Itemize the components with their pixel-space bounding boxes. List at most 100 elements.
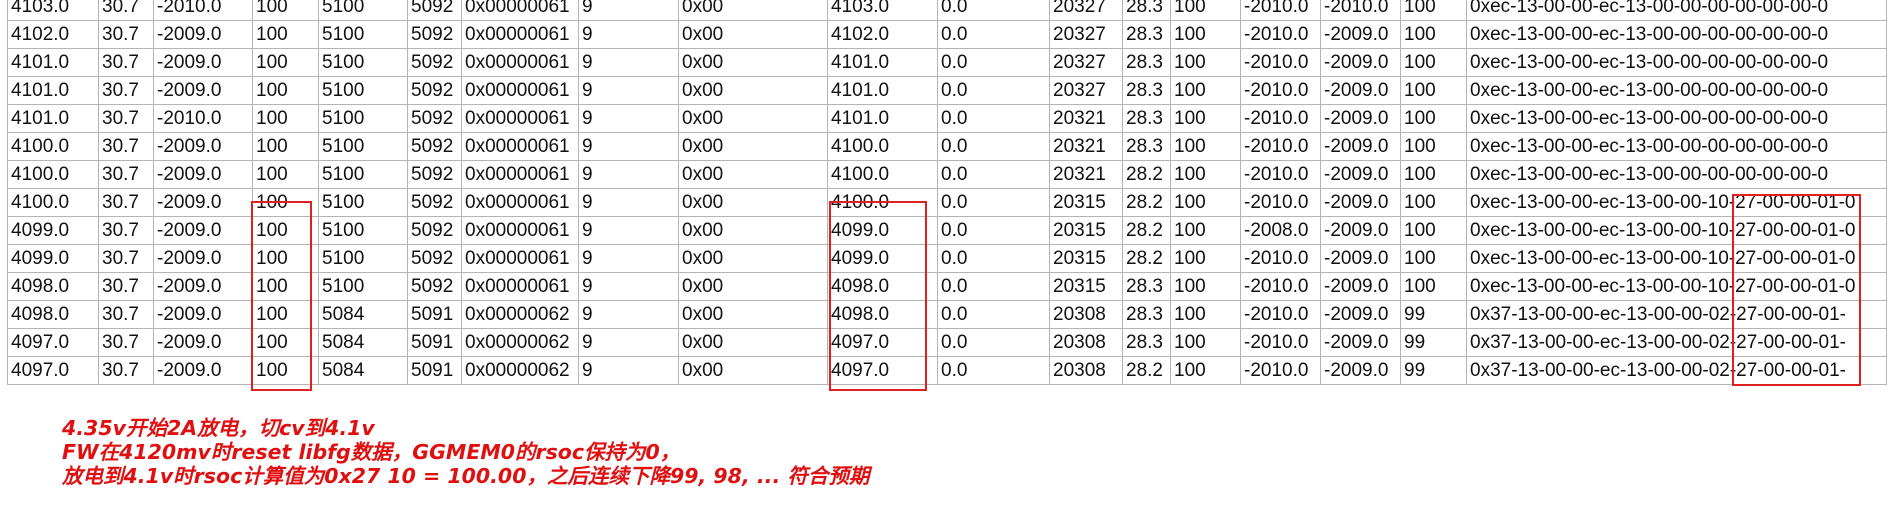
- table-cell[interactable]: 100: [252, 300, 319, 329]
- table-cell[interactable]: -2010.0: [1240, 328, 1321, 357]
- table-cell[interactable]: 0x00000061: [461, 20, 579, 49]
- table-cell[interactable]: 0.0: [937, 328, 1050, 357]
- table-cell[interactable]: 0x00000061: [461, 272, 579, 301]
- table-cell[interactable]: -2008.0: [1240, 216, 1321, 245]
- table-cell[interactable]: -2010.0: [1240, 0, 1321, 21]
- table-cell[interactable]: 4099.0: [827, 216, 938, 245]
- table-cell[interactable]: 0x00: [678, 104, 828, 133]
- table-cell[interactable]: 99: [1400, 300, 1467, 329]
- table-cell[interactable]: 5100: [318, 160, 408, 189]
- table-cell[interactable]: -2009.0: [1320, 300, 1401, 329]
- table-cell[interactable]: -2009.0: [153, 328, 253, 357]
- table-cell[interactable]: 100: [1400, 76, 1467, 105]
- table-cell[interactable]: 9: [578, 160, 679, 189]
- table-cell[interactable]: 30.7: [98, 300, 154, 329]
- table-cell[interactable]: 0xec-13-00-00-ec-13-00-00-00-00-00-00-0: [1466, 76, 1887, 105]
- table-cell[interactable]: 100: [1400, 20, 1467, 49]
- table-cell[interactable]: 30.7: [98, 160, 154, 189]
- table-cell[interactable]: -2009.0: [153, 300, 253, 329]
- table-cell[interactable]: -2009.0: [1320, 132, 1401, 161]
- table-cell[interactable]: 0xec-13-00-00-ec-13-00-00-00-00-00-00-0: [1466, 0, 1887, 21]
- table-cell[interactable]: 100: [1170, 188, 1241, 217]
- table-cell[interactable]: 0.0: [937, 20, 1050, 49]
- table-cell[interactable]: 4102.0: [7, 20, 99, 49]
- table-cell[interactable]: 5084: [318, 300, 408, 329]
- table-cell[interactable]: 100: [252, 132, 319, 161]
- table-cell[interactable]: 0x00000061: [461, 160, 579, 189]
- table-cell[interactable]: 5100: [318, 104, 408, 133]
- table-cell[interactable]: 0.0: [937, 104, 1050, 133]
- table-cell[interactable]: 4101.0: [827, 104, 938, 133]
- table-cell[interactable]: 4098.0: [7, 272, 99, 301]
- table-cell[interactable]: 0x00000062: [461, 300, 579, 329]
- table-cell[interactable]: 0.0: [937, 272, 1050, 301]
- table-cell[interactable]: -2010.0: [1240, 132, 1321, 161]
- table-cell[interactable]: 100: [252, 216, 319, 245]
- table-cell[interactable]: 99: [1400, 328, 1467, 357]
- table-cell[interactable]: 30.7: [98, 328, 154, 357]
- table-cell[interactable]: 9: [578, 132, 679, 161]
- table-cell[interactable]: -2009.0: [153, 244, 253, 273]
- table-cell[interactable]: 0.0: [937, 48, 1050, 77]
- table-cell[interactable]: 30.7: [98, 244, 154, 273]
- table-cell[interactable]: 5092: [407, 216, 462, 245]
- table-cell[interactable]: 30.7: [98, 272, 154, 301]
- table-cell[interactable]: 4097.0: [827, 328, 938, 357]
- table-cell[interactable]: 5100: [318, 48, 408, 77]
- table-cell[interactable]: 0xec-13-00-00-ec-13-00-00-00-00-00-00-0: [1466, 160, 1887, 189]
- table-cell[interactable]: 9: [578, 0, 679, 21]
- table-cell[interactable]: -2010.0: [1240, 188, 1321, 217]
- table-cell[interactable]: 0xec-13-00-00-ec-13-00-00-00-00-00-00-0: [1466, 132, 1887, 161]
- table-cell[interactable]: 4097.0: [7, 328, 99, 357]
- table-cell[interactable]: 0xec-13-00-00-ec-13-00-00-10-27-00-00-01…: [1466, 244, 1887, 273]
- table-cell[interactable]: 28.3: [1122, 104, 1171, 133]
- table-cell[interactable]: 0xec-13-00-00-ec-13-00-00-10-27-00-00-01…: [1466, 188, 1887, 217]
- table-cell[interactable]: -2009.0: [153, 20, 253, 49]
- table-cell[interactable]: 0.0: [937, 244, 1050, 273]
- table-cell[interactable]: 5100: [318, 244, 408, 273]
- table-cell[interactable]: 0x37-13-00-00-ec-13-00-00-02-27-00-00-01…: [1466, 328, 1887, 357]
- table-cell[interactable]: 4101.0: [7, 104, 99, 133]
- table-cell[interactable]: 4100.0: [827, 188, 938, 217]
- table-cell[interactable]: 4100.0: [827, 160, 938, 189]
- table-cell[interactable]: -2009.0: [1320, 244, 1401, 273]
- table-cell[interactable]: -2009.0: [1320, 20, 1401, 49]
- table-cell[interactable]: 4099.0: [7, 216, 99, 245]
- table-cell[interactable]: 28.3: [1122, 132, 1171, 161]
- table-cell[interactable]: -2009.0: [1320, 356, 1401, 385]
- table-cell[interactable]: 4099.0: [7, 244, 99, 273]
- table-cell[interactable]: 30.7: [98, 216, 154, 245]
- table-cell[interactable]: 9: [578, 356, 679, 385]
- table-cell[interactable]: 100: [1170, 216, 1241, 245]
- table-cell[interactable]: 20315: [1049, 272, 1123, 301]
- table-cell[interactable]: 20321: [1049, 132, 1123, 161]
- table-cell[interactable]: 5091: [407, 328, 462, 357]
- table-cell[interactable]: 0x00: [678, 216, 828, 245]
- table-cell[interactable]: 0x00000061: [461, 48, 579, 77]
- table-cell[interactable]: 20315: [1049, 188, 1123, 217]
- table-cell[interactable]: 30.7: [98, 132, 154, 161]
- table-cell[interactable]: 5091: [407, 300, 462, 329]
- table-cell[interactable]: 100: [252, 244, 319, 273]
- table-cell[interactable]: 100: [1400, 160, 1467, 189]
- table-cell[interactable]: 30.7: [98, 188, 154, 217]
- table-cell[interactable]: 4101.0: [7, 48, 99, 77]
- table-cell[interactable]: 0xec-13-00-00-ec-13-00-00-00-00-00-00-0: [1466, 20, 1887, 49]
- table-cell[interactable]: 20321: [1049, 104, 1123, 133]
- table-cell[interactable]: 28.3: [1122, 48, 1171, 77]
- table-cell[interactable]: 20315: [1049, 244, 1123, 273]
- table-cell[interactable]: 0x00000061: [461, 0, 579, 21]
- table-cell[interactable]: -2010.0: [153, 104, 253, 133]
- table-cell[interactable]: 20308: [1049, 328, 1123, 357]
- table-cell[interactable]: 0x00: [678, 188, 828, 217]
- table-cell[interactable]: -2009.0: [1320, 188, 1401, 217]
- table-cell[interactable]: -2009.0: [1320, 48, 1401, 77]
- table-cell[interactable]: 5092: [407, 160, 462, 189]
- table-cell[interactable]: 4098.0: [7, 300, 99, 329]
- table-cell[interactable]: 100: [252, 48, 319, 77]
- table-cell[interactable]: 0x00: [678, 132, 828, 161]
- table-cell[interactable]: 9: [578, 272, 679, 301]
- table-cell[interactable]: 0x00: [678, 160, 828, 189]
- table-cell[interactable]: 100: [1170, 20, 1241, 49]
- table-cell[interactable]: 0x00000061: [461, 104, 579, 133]
